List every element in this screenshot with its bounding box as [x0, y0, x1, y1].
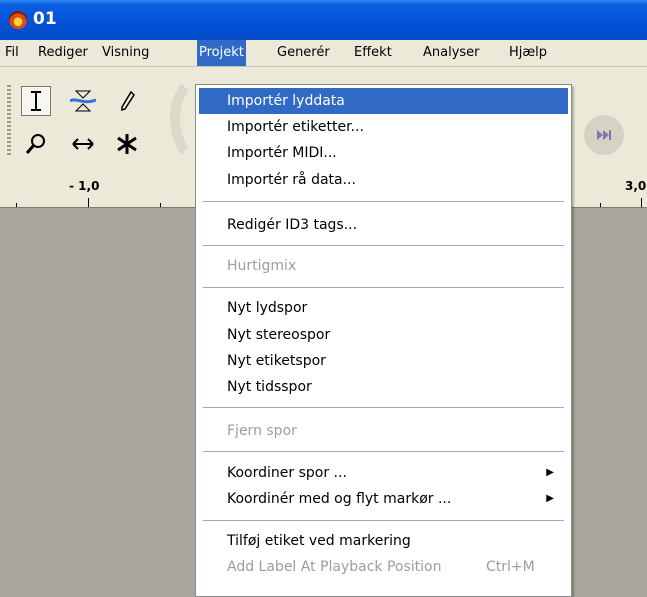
menu-separator: [203, 287, 564, 288]
menu-separator: [203, 451, 564, 452]
menu-item-koordiner-spor[interactable]: Koordiner spor ... ▶: [199, 460, 568, 486]
ruler-tick: [600, 203, 601, 207]
audacity-app-icon: [9, 11, 27, 29]
menu-item-importer-midi[interactable]: Importér MIDI...: [199, 140, 568, 166]
menu-fil[interactable]: Fil: [5, 44, 19, 64]
toolbar-grip[interactable]: [7, 85, 11, 155]
draw-tool-icon[interactable]: [112, 86, 142, 116]
menu-item-fjern-spor: Fjern spor: [227, 423, 297, 439]
select-tool-icon[interactable]: [21, 86, 51, 116]
menu-generer[interactable]: Generér: [277, 44, 330, 64]
menu-item-koordiner-flyt-markor[interactable]: Koordinér med og flyt markør ... ▶: [199, 486, 568, 512]
projekt-menu: Importér lyddata Importér etiketter... I…: [195, 84, 572, 597]
shortcut-text: Ctrl+M: [486, 559, 535, 575]
ruler-label-right: 3,0: [625, 179, 647, 193]
ruler-tick: [160, 203, 161, 207]
menu-item-rediger-id3-tags[interactable]: Redigér ID3 tags...: [199, 212, 568, 238]
menu-separator: [203, 245, 564, 246]
ruler-tick: [88, 198, 89, 207]
menu-separator: [203, 520, 564, 521]
menu-item-tilfoj-etiket[interactable]: Tilføj etiket ved markering: [199, 528, 568, 554]
submenu-arrow-icon: ▶: [546, 467, 554, 478]
menu-hjaelp[interactable]: Hjælp: [509, 44, 547, 64]
submenu-arrow-icon: ▶: [546, 493, 554, 504]
zoom-tool-icon[interactable]: [21, 129, 51, 159]
menu-bar: Fil Rediger Visning Projekt Generér Effe…: [0, 40, 647, 67]
menu-item-nyt-etiketspor[interactable]: Nyt etiketspor: [199, 348, 568, 374]
menu-item-nyt-tidsspor[interactable]: Nyt tidsspor: [199, 374, 568, 400]
timeshift-tool-icon[interactable]: [68, 129, 98, 159]
menu-projekt[interactable]: Projekt: [197, 40, 246, 66]
envelope-tool-icon[interactable]: [68, 86, 98, 116]
menu-analyser[interactable]: Analyser: [423, 44, 480, 64]
menu-item-importer-lyddata[interactable]: Importér lyddata: [199, 88, 568, 114]
ruler-label-left: - 1,0: [69, 179, 100, 193]
ruler-tick: [641, 198, 642, 207]
menu-item-nyt-stereospor[interactable]: Nyt stereospor: [199, 322, 568, 348]
menu-visning[interactable]: Visning: [102, 44, 149, 64]
menu-separator: [203, 201, 564, 202]
menu-item-nyt-lydspor[interactable]: Nyt lydspor: [199, 295, 568, 321]
menu-item-hurtigmix: Hurtigmix: [227, 258, 297, 274]
ruler-tick: [16, 203, 17, 207]
window-title: 01: [33, 9, 57, 29]
menu-separator: [203, 407, 564, 408]
title-bar: 01: [0, 0, 647, 40]
menu-rediger[interactable]: Rediger: [38, 44, 88, 64]
menu-item-add-label-playback: Add Label At Playback Position Ctrl+M: [199, 554, 568, 580]
menu-effekt[interactable]: Effekt: [354, 44, 392, 64]
menu-item-importer-ra-data[interactable]: Importér rå data...: [199, 167, 568, 193]
menu-item-importer-etiketter[interactable]: Importér etiketter...: [199, 114, 568, 140]
multi-tool-icon[interactable]: [112, 129, 142, 159]
skip-end-icon[interactable]: [584, 115, 624, 155]
